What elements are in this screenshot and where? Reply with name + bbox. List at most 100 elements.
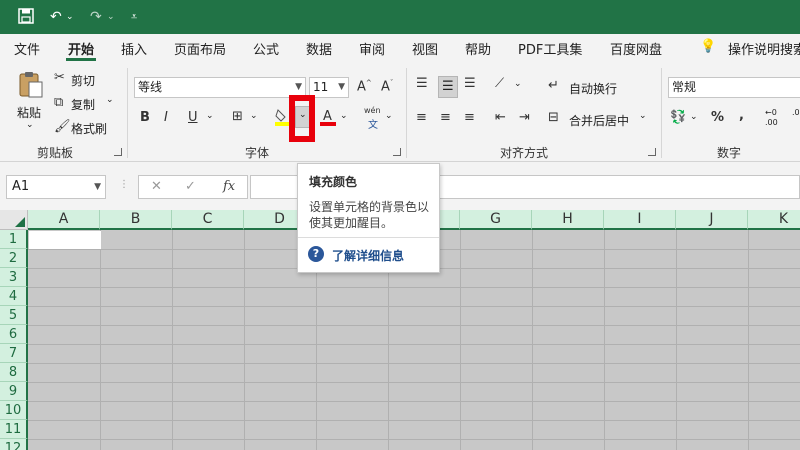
row-header[interactable]: 6 [0, 325, 28, 344]
row-header[interactable]: 2 [0, 249, 28, 268]
alignment-launcher-icon[interactable] [648, 148, 656, 156]
align-top-icon[interactable]: ☰ [416, 76, 428, 91]
phonetic-guide-icon[interactable]: 文 [368, 116, 378, 131]
chevron-down-icon[interactable]: ▼ [94, 176, 101, 198]
lightbulb-icon[interactable]: 💡 [700, 39, 716, 54]
row-header[interactable]: 9 [0, 382, 28, 401]
active-cell-a1[interactable] [29, 231, 101, 249]
wrap-text-icon[interactable]: ↵ [548, 78, 559, 93]
orientation-dropdown-icon[interactable]: ⌄ [514, 79, 522, 89]
align-right-icon[interactable]: ≡ [464, 110, 475, 125]
name-box[interactable]: A1 ▼ [6, 175, 106, 199]
orientation-icon[interactable]: ⟋ [495, 76, 504, 91]
tab-pdf-tools[interactable]: PDF工具集 [518, 39, 582, 58]
font-launcher-icon[interactable] [393, 148, 401, 156]
borders-dropdown-icon[interactable]: ⌄ [250, 111, 258, 121]
tab-home[interactable]: 开始 [68, 39, 94, 58]
cancel-icon[interactable]: ✕ [151, 179, 162, 194]
increase-decimal-top[interactable]: ←0 [765, 108, 777, 117]
font-color-icon[interactable]: A [320, 108, 336, 126]
align-center-icon[interactable]: ≡ [440, 110, 451, 125]
row-header[interactable]: 4 [0, 287, 28, 306]
tab-formulas[interactable]: 公式 [253, 39, 279, 58]
column-header[interactable]: A [28, 210, 100, 230]
decrease-font-icon[interactable]: Aˇ [381, 79, 393, 94]
row-header[interactable]: 1 [0, 230, 28, 249]
row-header[interactable]: 10 [0, 401, 28, 420]
phonetic-dropdown-icon[interactable]: ⌄ [385, 111, 393, 121]
row-header[interactable]: 12 [0, 439, 28, 450]
tab-data[interactable]: 数据 [306, 39, 332, 58]
font-color-dropdown-icon[interactable]: ⌄ [340, 111, 348, 121]
merge-dropdown-icon[interactable]: ⌄ [639, 111, 647, 121]
redo-icon[interactable]: ↷ [90, 8, 102, 26]
tab-insert[interactable]: 插入 [121, 39, 147, 58]
redo-dropdown-icon[interactable]: ⌄ [107, 8, 115, 26]
italic-button[interactable]: I [164, 110, 168, 125]
bold-button[interactable]: B [140, 110, 150, 125]
row-header[interactable]: 8 [0, 363, 28, 382]
merge-center-button[interactable]: 合并后居中 [569, 112, 629, 129]
format-painter-icon[interactable]: 🖌 [54, 119, 71, 134]
help-icon[interactable]: ? [308, 246, 324, 262]
font-name-select[interactable]: 等线 ▼ [134, 77, 306, 98]
increase-indent-icon[interactable]: ⇥ [519, 110, 530, 125]
font-size-select[interactable]: 11 ▼ [309, 77, 349, 98]
drag-handle-icon[interactable]: ⋮ [119, 179, 129, 190]
row-header[interactable]: 3 [0, 268, 28, 287]
currency-dropdown-icon[interactable]: ⌄ [690, 112, 698, 122]
decrease-indent-icon[interactable]: ⇤ [495, 110, 506, 125]
align-left-icon[interactable]: ≡ [416, 110, 427, 125]
underline-button[interactable]: U [188, 110, 198, 125]
underline-dropdown-icon[interactable]: ⌄ [206, 111, 214, 121]
increase-font-icon[interactable]: A^ [357, 79, 372, 94]
clipboard-launcher-icon[interactable] [114, 148, 122, 156]
borders-icon[interactable]: ⊞ [232, 109, 243, 124]
column-header[interactable]: H [532, 210, 604, 230]
column-header[interactable]: K [748, 210, 800, 230]
align-bottom-icon[interactable]: ☰ [464, 76, 476, 91]
tab-file[interactable]: 文件 [14, 39, 40, 58]
phonetic-guide-top[interactable]: wén [364, 106, 381, 115]
select-all-button[interactable] [0, 210, 28, 230]
column-header[interactable]: G [460, 210, 532, 230]
tell-me-search[interactable]: 操作说明搜索 [728, 39, 800, 58]
number-format-select[interactable]: 常规 [668, 77, 800, 98]
paste-dropdown-icon[interactable]: ⌄ [26, 120, 34, 130]
increase-decimal-bottom[interactable]: .00 [765, 118, 778, 127]
learn-more-link[interactable]: 了解详细信息 [332, 247, 404, 264]
insert-function-button[interactable]: fx [223, 179, 235, 194]
enter-icon[interactable]: ✓ [185, 179, 196, 194]
customize-icon[interactable]: ⩡ [131, 8, 137, 26]
row-header[interactable]: 7 [0, 344, 28, 363]
wrap-text-button[interactable]: 自动换行 [569, 80, 617, 97]
comma-style-button[interactable]: , [739, 108, 744, 123]
column-header[interactable]: I [604, 210, 676, 230]
paste-button[interactable]: 粘贴 [17, 104, 41, 121]
merge-center-icon[interactable]: ⊟ [548, 110, 559, 125]
cut-icon[interactable]: ✂ [54, 70, 65, 85]
tab-view[interactable]: 视图 [412, 39, 438, 58]
paste-icon[interactable] [16, 70, 46, 100]
copy-icon[interactable]: ⧉ [54, 95, 63, 110]
column-header[interactable]: C [172, 210, 244, 230]
save-icon[interactable] [18, 8, 34, 26]
tab-page-layout[interactable]: 页面布局 [174, 39, 226, 58]
cut-button[interactable]: 剪切 [71, 72, 95, 89]
row-header[interactable]: 11 [0, 420, 28, 439]
column-header[interactable]: J [676, 210, 748, 230]
tab-review[interactable]: 审阅 [359, 39, 385, 58]
row-header[interactable]: 5 [0, 306, 28, 325]
column-header[interactable]: B [100, 210, 172, 230]
undo-dropdown-icon[interactable]: ⌄ [66, 8, 74, 26]
tab-help[interactable]: 帮助 [465, 39, 491, 58]
decrease-decimal-top[interactable]: .00 [792, 108, 800, 117]
copy-dropdown-icon[interactable]: ⌄ [106, 95, 114, 105]
currency-icon[interactable]: 💱 [670, 110, 686, 125]
undo-icon[interactable]: ↶ [50, 8, 62, 26]
align-middle-button[interactable]: ☰ [438, 76, 458, 98]
copy-button[interactable]: 复制 [71, 96, 95, 113]
format-painter-button[interactable]: 格式刷 [71, 120, 107, 137]
percent-button[interactable]: % [711, 110, 724, 125]
tab-baidu-disk[interactable]: 百度网盘 [610, 39, 662, 58]
